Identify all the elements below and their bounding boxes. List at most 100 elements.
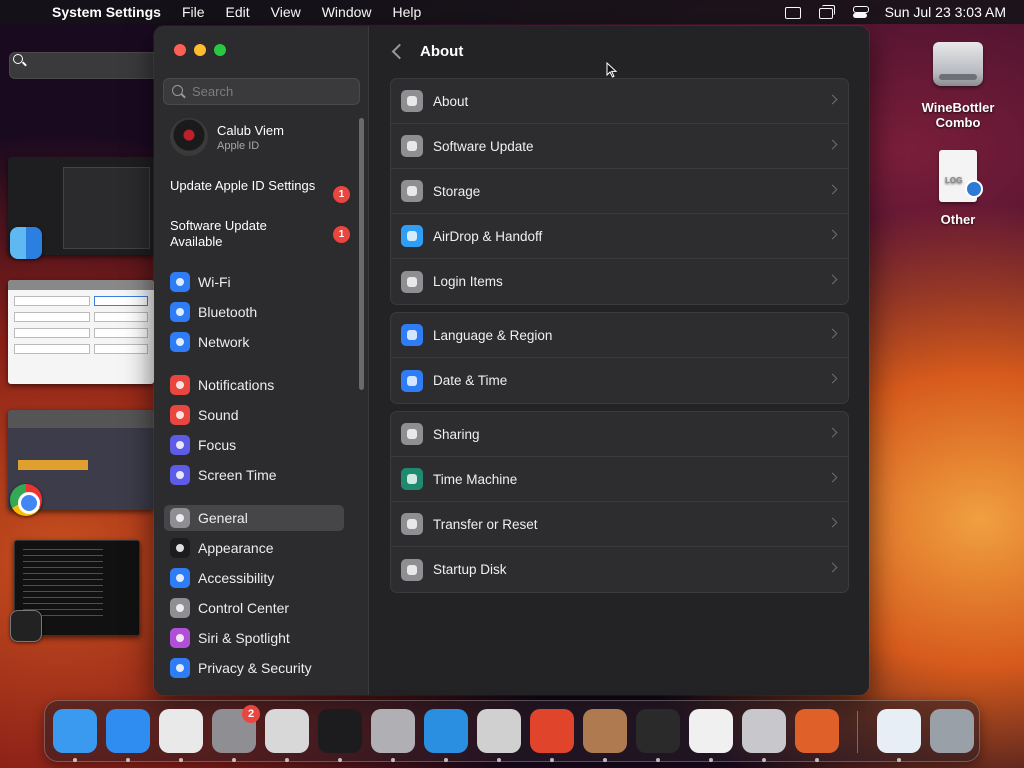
hexagon-app-icon[interactable] <box>689 709 733 762</box>
console-icon[interactable] <box>636 709 680 762</box>
menu-help[interactable]: Help <box>393 4 422 20</box>
stage-thumbnail-dialog[interactable] <box>8 280 154 384</box>
remote-desktop-icon[interactable] <box>530 709 574 762</box>
moon-icon <box>170 435 190 455</box>
zoom-button[interactable] <box>214 44 226 56</box>
box-app-icon[interactable] <box>583 709 627 762</box>
disk-image-icon <box>929 36 987 94</box>
sidebar-item-label: Appearance <box>198 540 274 556</box>
settings-row-date-time[interactable]: Date & Time <box>391 358 848 403</box>
settings-row-label: About <box>433 93 469 109</box>
vscode-icon[interactable] <box>424 709 468 762</box>
settings-row-label: Sharing <box>433 426 480 442</box>
sidebar-item-label: Network <box>198 334 250 350</box>
running-indicator <box>444 758 448 762</box>
search-input[interactable] <box>192 84 352 99</box>
settings-row-label: Date & Time <box>433 373 508 388</box>
settings-row-startup-disk[interactable]: Startup Disk <box>391 547 848 592</box>
close-button[interactable] <box>174 44 186 56</box>
settings-row-storage[interactable]: Storage <box>391 169 848 214</box>
settings-row-airdrop-handoff[interactable]: AirDrop & Handoff <box>391 214 848 259</box>
menu-app-name[interactable]: System Settings <box>52 4 161 20</box>
hourglass-icon <box>170 465 190 485</box>
downloads-icon[interactable] <box>877 709 921 762</box>
chrome-icon[interactable] <box>159 709 203 762</box>
sidebar-item-control-center[interactable]: Control Center <box>164 595 344 621</box>
sidebar-item-general[interactable]: General <box>164 505 344 531</box>
settings-row-software-update[interactable]: Software Update <box>391 124 848 169</box>
script-editor-icon[interactable] <box>265 709 309 762</box>
sidebar-item-sound[interactable]: Sound <box>164 402 344 428</box>
search-field[interactable] <box>163 78 360 105</box>
notification-badge: 1 <box>333 226 350 243</box>
screen-mirroring-icon[interactable] <box>817 5 835 19</box>
firefox-icon[interactable] <box>795 709 839 762</box>
sidebar-item-notifications[interactable]: Notifications <box>164 372 344 398</box>
settings-row-label: Storage <box>433 183 481 199</box>
notice-update-apple-id[interactable]: Update Apple ID Settings 1 <box>170 178 350 203</box>
system-settings-icon[interactable]: 2 <box>212 705 260 762</box>
finder-icon[interactable] <box>53 709 97 762</box>
running-indicator <box>815 758 819 762</box>
menu-file[interactable]: File <box>182 4 205 20</box>
sidebar-item-screen-time[interactable]: Screen Time <box>164 462 344 488</box>
safari-icon[interactable] <box>106 709 150 762</box>
settings-row-login-items[interactable]: Login Items <box>391 259 848 304</box>
gears-app-icon[interactable] <box>742 709 786 762</box>
chevron-right-icon <box>827 328 838 339</box>
desktop-icon-winebottler[interactable]: WineBottler Combo <box>913 36 1003 130</box>
avatar <box>170 118 208 156</box>
settings-row-label: Login Items <box>433 274 503 289</box>
menu-bar-clock[interactable]: Sun Jul 23 3:03 AM <box>885 4 1006 20</box>
sidebar-item-appearance[interactable]: Appearance <box>164 535 344 561</box>
search-icon <box>172 84 186 99</box>
running-indicator <box>497 758 501 762</box>
sidebar-scrollbar[interactable] <box>359 118 364 390</box>
control-center-icon[interactable] <box>851 5 869 19</box>
running-indicator <box>126 758 130 762</box>
running-indicator <box>285 758 289 762</box>
settings-row-about[interactable]: About <box>391 79 848 124</box>
dock: 2 <box>44 700 980 762</box>
settings-group: About Software Update Storage AirDrop & Han… <box>390 78 849 305</box>
stage-manager-icon[interactable] <box>783 5 801 19</box>
settings-row-label: Time Machine <box>433 471 518 487</box>
sidebar-item-accessibility[interactable]: Accessibility <box>164 565 344 591</box>
settings-row-label: Startup Disk <box>433 562 507 577</box>
sidebar-item-network[interactable]: Network <box>164 329 344 355</box>
trash-icon[interactable] <box>930 709 974 753</box>
notice-software-update[interactable]: Software Update Available 1 <box>170 218 350 250</box>
sidebar-item-label: Notifications <box>198 377 275 393</box>
gear-update-icon <box>401 135 423 157</box>
chevron-right-icon <box>827 373 838 384</box>
sidebar-item-wi-fi[interactable]: Wi-Fi <box>164 269 344 295</box>
menu-window[interactable]: Window <box>322 4 372 20</box>
compressor-pro-icon[interactable] <box>371 709 415 762</box>
menu-view[interactable]: View <box>271 4 301 20</box>
desktop-icon-other[interactable]: Other <box>913 148 1003 227</box>
sidebar-item-privacy-security[interactable]: Privacy & Security <box>164 655 344 681</box>
sidebar-item-siri-spotlight[interactable]: Siri & Spotlight <box>164 625 344 651</box>
sidebar-item-label: Sound <box>198 407 239 423</box>
launchpad-icon[interactable] <box>477 709 521 762</box>
console-icon <box>10 610 42 642</box>
settings-row-label: Software Update <box>433 138 534 154</box>
notice-label: Update Apple ID Settings <box>170 178 316 193</box>
siri-icon <box>170 628 190 648</box>
back-chevron-icon[interactable] <box>388 41 408 61</box>
minimize-button[interactable] <box>194 44 206 56</box>
sidebar-item-focus[interactable]: Focus <box>164 432 344 458</box>
notice-label: Software Update Available <box>170 218 267 249</box>
apple-id-account[interactable]: Calub Viem Apple ID <box>170 118 284 156</box>
settings-row-time-machine[interactable]: Time Machine <box>391 457 848 502</box>
control-center-icon <box>170 598 190 618</box>
settings-row-language-region[interactable]: Language & Region <box>391 313 848 358</box>
sidebar-item-bluetooth[interactable]: Bluetooth <box>164 299 344 325</box>
account-name: Calub Viem <box>217 122 284 138</box>
settings-row-sharing[interactable]: Sharing <box>391 412 848 457</box>
menu-edit[interactable]: Edit <box>226 4 250 20</box>
settings-row-transfer-or-reset[interactable]: Transfer or Reset <box>391 502 848 547</box>
dock-separator <box>857 711 858 753</box>
gear-icon <box>170 508 190 528</box>
terminal-icon[interactable] <box>318 709 362 762</box>
